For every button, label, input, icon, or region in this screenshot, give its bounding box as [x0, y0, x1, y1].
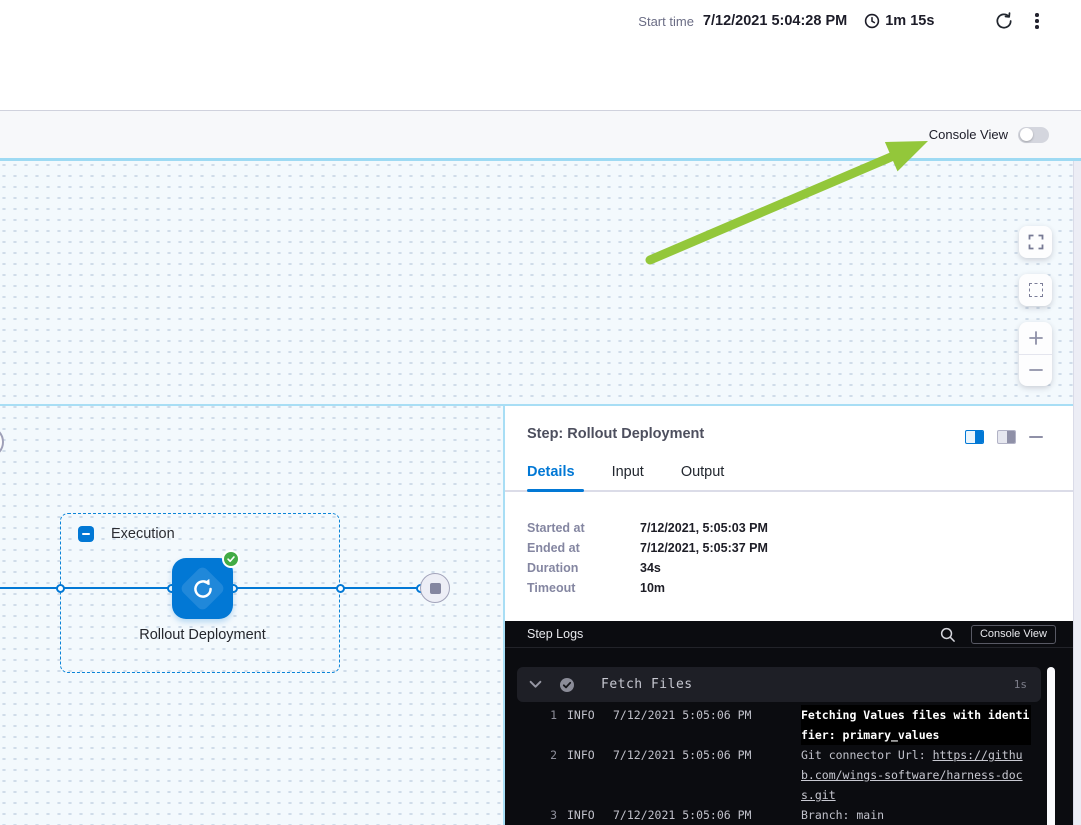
console-view-bar: Console View	[0, 110, 1081, 158]
execution-meta: Start time 7/12/2021 5:04:28 PM 1m 15s	[638, 8, 1043, 34]
tab-output[interactable]: Output	[681, 464, 725, 492]
duration-badge: 1m 15s	[864, 13, 934, 29]
end-node[interactable]	[420, 573, 450, 603]
zoom-in-button[interactable]	[1019, 322, 1052, 355]
log-group-name: Fetch Files	[601, 677, 693, 692]
split-view-bottom-icon[interactable]	[997, 430, 1016, 444]
search-icon[interactable]	[939, 626, 956, 643]
fit-selection-button[interactable]	[1019, 274, 1052, 306]
detail-row-timeout: Timeout 10m	[527, 578, 768, 598]
detail-row-duration: Duration 34s	[527, 558, 768, 578]
refresh-icon	[994, 11, 1014, 31]
log-message: Git connector Url: https://github.com/wi…	[801, 745, 1031, 805]
edge-connector	[336, 584, 345, 593]
log-group-duration: 1s	[1014, 678, 1027, 691]
zoom-out-icon	[1028, 362, 1044, 378]
start-time-value: 7/12/2021 5:04:28 PM	[703, 13, 847, 29]
logs-console-view-button[interactable]: Console View	[971, 625, 1056, 644]
page-scrollbar-track[interactable]	[1073, 161, 1081, 825]
minus-icon	[82, 533, 90, 535]
success-badge	[222, 550, 240, 568]
step-panel-tabs: Details Input Output	[527, 464, 724, 492]
step-details-list: Started at 7/12/2021, 5:05:03 PM Ended a…	[527, 518, 768, 598]
log-line: 3 INFO 7/12/2021 5:05:06 PM Branch: main	[505, 805, 1073, 825]
console-view-label: Console View	[929, 127, 1008, 142]
rollout-icon	[190, 576, 216, 602]
fit-selection-icon	[1029, 283, 1043, 297]
tab-input[interactable]: Input	[612, 464, 644, 492]
zoom-out-button[interactable]	[1019, 355, 1052, 387]
detail-row-ended-at: Ended at 7/12/2021, 5:05:37 PM	[527, 538, 768, 558]
check-icon	[226, 554, 236, 564]
split-view-right-icon[interactable]	[965, 430, 984, 444]
step-details-panel: Step: Rollout Deployment Details Input O…	[505, 406, 1073, 825]
rollout-deployment-node[interactable]	[172, 558, 233, 619]
edge-connector	[56, 584, 65, 593]
log-scrollbar-thumb[interactable]	[1047, 667, 1055, 825]
step-panel-actions	[965, 430, 1043, 444]
collapse-group-button[interactable]	[78, 526, 94, 542]
detail-row-started-at: Started at 7/12/2021, 5:05:03 PM	[527, 518, 768, 538]
clock-icon	[864, 13, 880, 29]
step-logs-header: Step Logs Console View	[505, 621, 1073, 648]
fullscreen-button[interactable]	[1019, 226, 1052, 258]
active-tab-underline	[527, 489, 584, 492]
log-message: Fetching Values files with identifier: p…	[801, 705, 1031, 745]
log-line: 2 INFO 7/12/2021 5:05:06 PM Git connecto…	[505, 745, 1073, 805]
zoom-in-out-group	[1019, 322, 1052, 386]
log-group-fetch-files[interactable]: Fetch Files 1s	[517, 667, 1041, 702]
execution-group-label: Execution	[111, 526, 175, 542]
chevron-down-icon	[529, 680, 542, 689]
elapsed-time: 1m 15s	[885, 13, 934, 29]
fullscreen-icon	[1028, 234, 1044, 250]
step-panel-title: Step: Rollout Deployment	[527, 426, 704, 442]
toggle-knob	[1020, 128, 1033, 141]
more-options-button[interactable]	[1031, 11, 1043, 31]
tab-details[interactable]: Details	[527, 464, 575, 492]
log-line: 1 INFO 7/12/2021 5:05:06 PM Fetching Val…	[505, 705, 1073, 745]
pipeline-execution-screen: Start time 7/12/2021 5:04:28 PM 1m 15s	[0, 0, 1081, 825]
console-view-toggle[interactable]	[1018, 127, 1049, 143]
tabs-divider	[505, 490, 1073, 492]
step-logs-panel: Step Logs Console View Fetch Files	[505, 621, 1073, 825]
node-label[interactable]: Rollout Deployment	[137, 624, 268, 646]
log-message: Branch: main	[801, 805, 1031, 825]
stop-icon	[430, 583, 441, 594]
canvas-zoom-controls	[1019, 226, 1052, 386]
step-success-icon	[559, 677, 575, 693]
minimize-panel-button[interactable]	[1029, 436, 1043, 439]
refresh-button[interactable]	[994, 11, 1014, 31]
kebab-icon	[1035, 13, 1039, 17]
start-time-label: Start time	[638, 14, 694, 29]
top-header: Start time 7/12/2021 5:04:28 PM 1m 15s	[0, 0, 1081, 110]
step-logs-title: Step Logs	[527, 627, 583, 641]
zoom-in-icon	[1028, 330, 1044, 346]
log-lines: 1 INFO 7/12/2021 5:05:06 PM Fetching Val…	[505, 705, 1073, 825]
execution-group-header: Execution	[78, 526, 175, 542]
